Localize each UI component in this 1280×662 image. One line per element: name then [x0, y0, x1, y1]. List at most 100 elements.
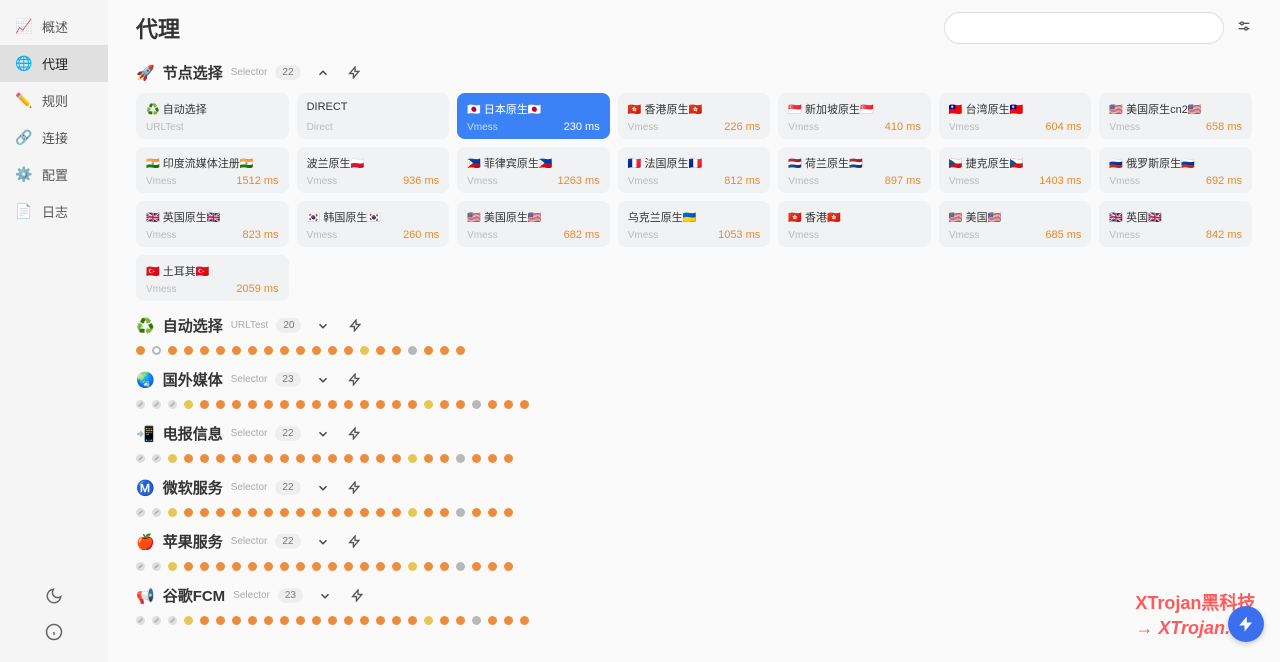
node-card[interactable]: DIRECT Direct — [297, 93, 450, 139]
sidebar-item-3[interactable]: 🔗连接 — [0, 119, 108, 156]
node-title: 🇹🇷 土耳其🇹🇷 — [146, 263, 279, 279]
node-protocol: Vmess — [146, 284, 177, 295]
sidebar-item-4[interactable]: ⚙️配置 — [0, 156, 108, 193]
node-card[interactable]: 🇫🇷 法国原生🇫🇷 Vmess 812 ms — [618, 147, 771, 193]
status-dot — [248, 616, 257, 625]
group-emoji: 🚀 — [136, 64, 155, 82]
node-card[interactable]: 🇳🇱 荷兰原生🇳🇱 Vmess 897 ms — [778, 147, 931, 193]
latency-test-button[interactable] — [345, 532, 365, 552]
sidebar-item-0[interactable]: 📈概述 — [0, 8, 108, 45]
node-protocol: Vmess — [788, 176, 819, 187]
sidebar-label: 概述 — [42, 17, 68, 36]
node-card[interactable]: ♻️ 自动选择 URLTest — [136, 93, 289, 139]
status-dot — [280, 562, 289, 571]
node-card[interactable]: 🇹🇼 台湾原生🇹🇼 Vmess 604 ms — [939, 93, 1092, 139]
node-card[interactable]: 🇭🇰 香港🇭🇰 Vmess — [778, 201, 931, 247]
node-card[interactable]: 🇺🇸 美国原生🇺🇸 Vmess 682 ms — [457, 201, 610, 247]
latency-test-button[interactable] — [345, 63, 365, 83]
node-latency: 2059 ms — [236, 283, 278, 295]
status-dot — [136, 400, 145, 409]
node-card[interactable]: 🇯🇵 日本原生🇯🇵 Vmess 230 ms — [457, 93, 610, 139]
status-dot — [440, 454, 449, 463]
status-dot — [408, 454, 417, 463]
sidebar-item-2[interactable]: ✏️规则 — [0, 82, 108, 119]
collapse-toggle[interactable] — [313, 532, 333, 552]
proxy-group: 🚀 节点选择 Selector 22 ♻️ 自动选择 URLTest DIREC… — [136, 62, 1252, 301]
node-card[interactable]: 🇸🇬 新加坡原生🇸🇬 Vmess 410 ms — [778, 93, 931, 139]
node-card[interactable]: 🇹🇷 土耳其🇹🇷 Vmess 2059 ms — [136, 255, 289, 301]
node-card[interactable]: 🇬🇧 英国🇬🇧 Vmess 842 ms — [1099, 201, 1252, 247]
status-dot — [312, 616, 321, 625]
status-dot — [152, 562, 161, 571]
status-dot — [280, 346, 289, 355]
status-dot — [424, 346, 433, 355]
status-dot — [392, 508, 401, 517]
node-card[interactable]: 🇰🇷 韩国原生🇰🇷 Vmess 260 ms — [297, 201, 450, 247]
dots-row — [136, 562, 1252, 571]
status-dot — [264, 508, 273, 517]
collapse-toggle[interactable] — [313, 424, 333, 444]
group-emoji: 🌏 — [136, 371, 155, 389]
collapse-toggle[interactable] — [313, 63, 333, 83]
theme-toggle[interactable] — [44, 586, 64, 606]
node-protocol: Vmess — [467, 122, 498, 133]
status-dot — [344, 346, 353, 355]
node-card[interactable]: 🇵🇭 菲律宾原生🇵🇭 Vmess 1263 ms — [457, 147, 610, 193]
group-count-badge: 22 — [275, 426, 300, 441]
node-card[interactable]: 🇺🇸 美国🇺🇸 Vmess 685 ms — [939, 201, 1092, 247]
dots-row — [136, 346, 1252, 355]
node-protocol: Vmess — [1109, 122, 1140, 133]
search-input[interactable] — [944, 12, 1224, 44]
status-dot — [232, 400, 241, 409]
status-dot — [376, 508, 385, 517]
node-card[interactable]: 🇨🇿 捷克原生🇨🇿 Vmess 1403 ms — [939, 147, 1092, 193]
node-card[interactable]: 🇭🇰 香港原生🇭🇰 Vmess 226 ms — [618, 93, 771, 139]
node-latency: 1263 ms — [558, 175, 600, 187]
node-protocol: Vmess — [628, 122, 659, 133]
sidebar-icon: ✏️ — [16, 93, 32, 109]
node-card[interactable]: 波兰原生🇵🇱 Vmess 936 ms — [297, 147, 450, 193]
status-dot — [280, 454, 289, 463]
status-dot — [216, 454, 225, 463]
status-dot — [184, 508, 193, 517]
node-card[interactable]: 🇮🇳 印度流媒体注册🇮🇳 Vmess 1512 ms — [136, 147, 289, 193]
collapse-toggle[interactable] — [313, 478, 333, 498]
node-title: 🇺🇸 美国原生🇺🇸 — [467, 209, 600, 225]
group-type: Selector — [231, 374, 268, 385]
latency-test-button[interactable] — [345, 316, 365, 336]
collapse-toggle[interactable] — [315, 586, 335, 606]
sidebar: 📈概述🌐代理✏️规则🔗连接⚙️配置📄日志 — [0, 0, 108, 662]
latency-test-button[interactable] — [345, 424, 365, 444]
node-protocol: Vmess — [467, 176, 498, 187]
status-dot — [456, 346, 465, 355]
node-card[interactable]: 🇺🇸 美国原生cn2🇺🇸 Vmess 658 ms — [1099, 93, 1252, 139]
status-dot — [408, 562, 417, 571]
status-dot — [200, 508, 209, 517]
node-latency: 604 ms — [1045, 121, 1081, 133]
status-dot — [216, 508, 225, 517]
node-card[interactable]: 🇬🇧 英国原生🇬🇧 Vmess 823 ms — [136, 201, 289, 247]
node-card[interactable]: 乌克兰原生🇺🇦 Vmess 1053 ms — [618, 201, 771, 247]
group-name: 微软服务 — [163, 477, 223, 498]
status-dot — [408, 346, 417, 355]
node-card[interactable]: 🇷🇺 俄罗斯原生🇷🇺 Vmess 692 ms — [1099, 147, 1252, 193]
node-protocol: Vmess — [949, 122, 980, 133]
status-dot — [232, 562, 241, 571]
dots-row — [136, 508, 1252, 517]
latency-test-button[interactable] — [347, 586, 367, 606]
node-protocol: Vmess — [467, 230, 498, 241]
info-button[interactable] — [44, 622, 64, 642]
status-dot — [296, 508, 305, 517]
status-dot — [344, 616, 353, 625]
status-dot — [360, 400, 369, 409]
sidebar-item-5[interactable]: 📄日志 — [0, 193, 108, 230]
sidebar-item-1[interactable]: 🌐代理 — [0, 45, 108, 82]
collapse-toggle[interactable] — [313, 370, 333, 390]
node-protocol: Vmess — [788, 230, 819, 241]
speed-test-fab[interactable] — [1228, 606, 1264, 642]
collapse-toggle[interactable] — [313, 316, 333, 336]
filter-icon[interactable] — [1236, 18, 1252, 39]
latency-test-button[interactable] — [345, 478, 365, 498]
latency-test-button[interactable] — [345, 370, 365, 390]
status-dot — [216, 616, 225, 625]
